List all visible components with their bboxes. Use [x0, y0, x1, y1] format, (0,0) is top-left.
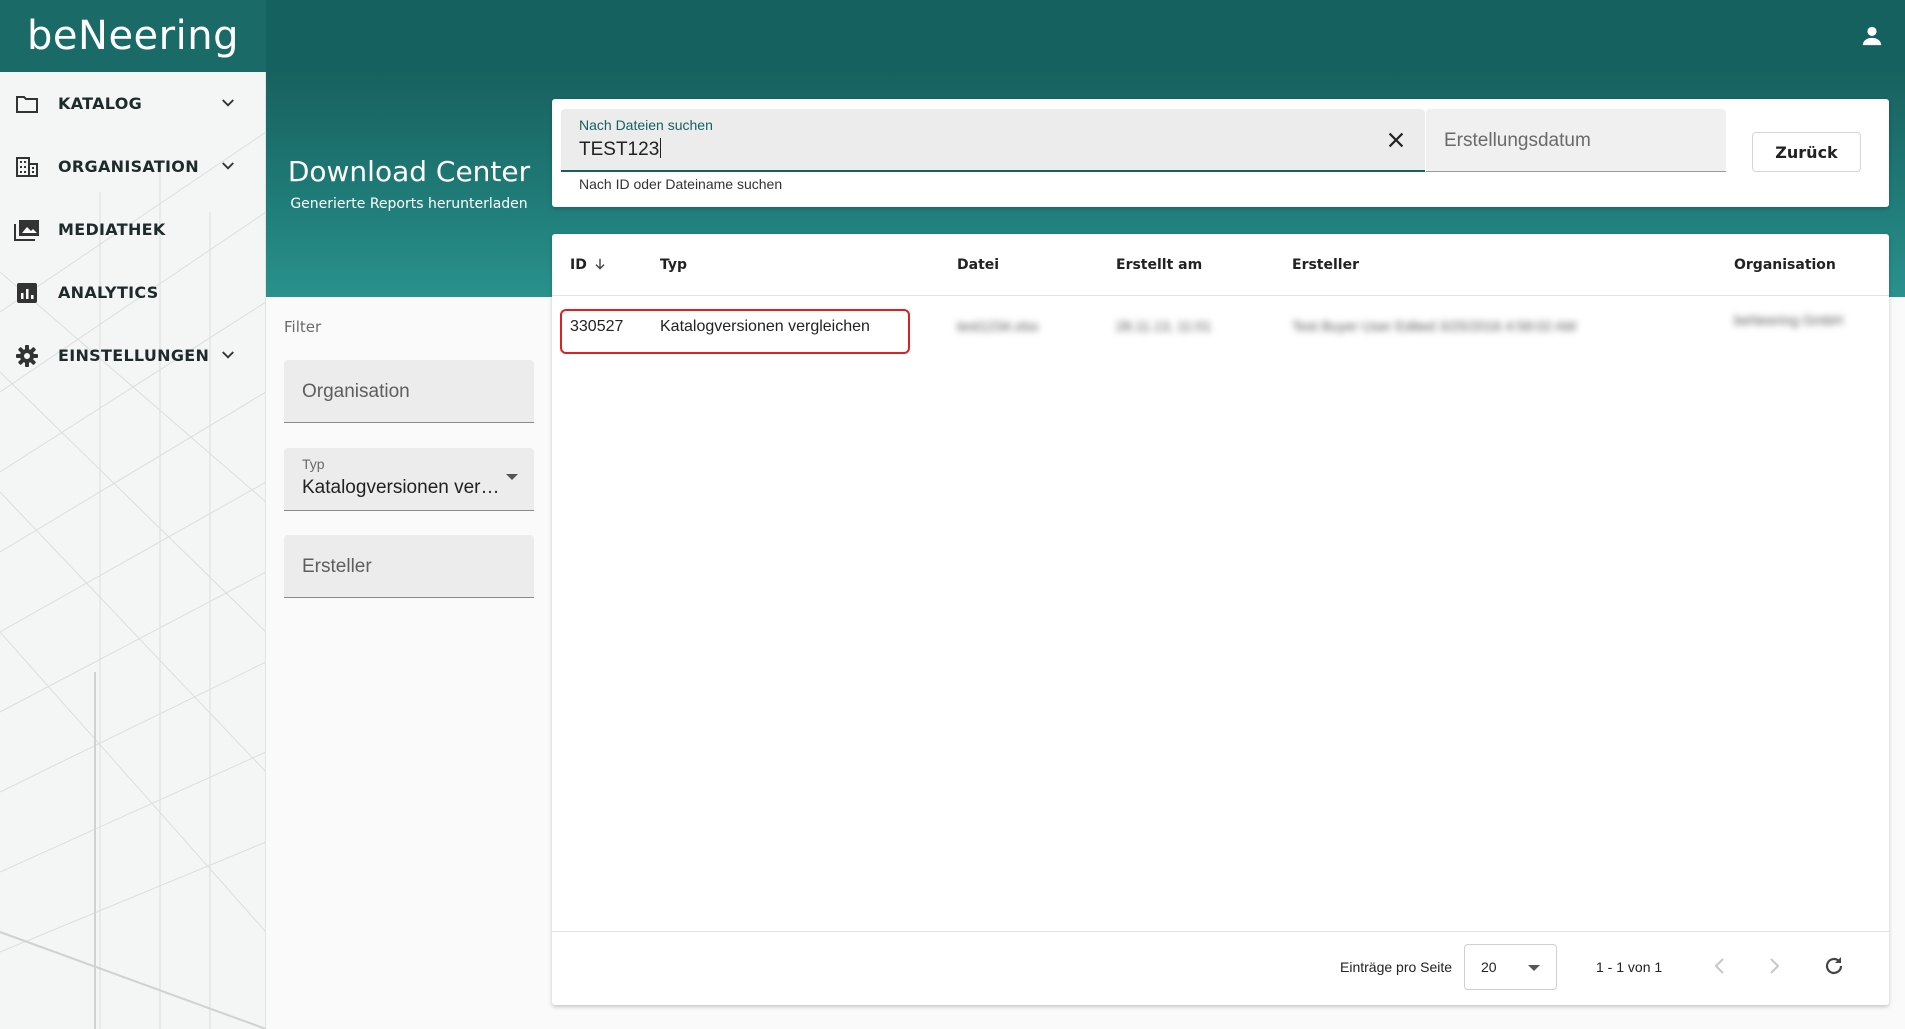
type-filter-label: Typ [302, 456, 325, 472]
creation-date-input[interactable]: Erstellungsdatum [1426, 109, 1726, 172]
top-app-bar: beNeering [0, 0, 1905, 72]
column-header-ersteller[interactable]: Ersteller [1292, 257, 1359, 273]
table-header: ID Typ Datei Erstellt am Ersteller Organ… [552, 234, 1889, 296]
media-library-icon [14, 217, 40, 243]
creator-filter-placeholder: Ersteller [302, 556, 372, 577]
logo-area[interactable]: beNeering [0, 0, 266, 72]
arrow-down-icon [595, 258, 605, 270]
per-page-value: 20 [1481, 959, 1497, 975]
dropdown-arrow-icon [1528, 965, 1540, 971]
search-input[interactable]: Nach Dateien suchen TEST123 [561, 109, 1425, 172]
chevron-down-icon [222, 162, 234, 170]
search-input-value: TEST123 [579, 139, 660, 160]
organisation-filter[interactable]: Organisation [284, 360, 534, 423]
column-header-erstellt-am[interactable]: Erstellt am [1116, 257, 1202, 273]
row-organisation-redacted: beNeering GmbH [1734, 312, 1843, 328]
row-file-redacted[interactable]: test1234.xlsx [957, 318, 1039, 334]
column-header-datei[interactable]: Datei [957, 257, 999, 273]
chevron-left-icon[interactable] [1708, 954, 1732, 978]
type-filter-value: Katalogversionen vergleichen [302, 477, 502, 498]
search-hint: Nach ID oder Dateiname suchen [579, 176, 783, 192]
chevron-right-icon[interactable] [1762, 954, 1786, 978]
dropdown-arrow-icon [506, 474, 518, 480]
chevron-down-icon [222, 99, 234, 107]
chevron-down-icon [222, 351, 234, 359]
row-created-redacted: 28.11.13, 11:01 [1116, 318, 1212, 334]
creator-filter[interactable]: Ersteller [284, 535, 534, 598]
app-logo: beNeering [27, 13, 239, 59]
reports-table-card: ID Typ Datei Erstellt am Ersteller Organ… [552, 234, 1889, 1005]
search-card: Nach Dateien suchen TEST123 Nach ID oder… [552, 99, 1889, 207]
folder-icon [14, 91, 40, 117]
column-header-typ[interactable]: Typ [660, 257, 687, 273]
column-header-label: ID [570, 257, 587, 273]
user-account-icon[interactable] [1861, 25, 1883, 47]
sidebar-item-katalog[interactable]: KATALOG [0, 72, 265, 135]
organisation-filter-placeholder: Organisation [302, 381, 410, 402]
sidebar-item-label: ANALYTICS [58, 283, 159, 302]
creation-date-placeholder: Erstellungsdatum [1444, 130, 1591, 151]
sidebar: KATALOG ORGANISATION MEDIATHEK ANALYTICS… [0, 72, 266, 1029]
pagination-range: 1 - 1 von 1 [1596, 959, 1663, 975]
sidebar-item-analytics[interactable]: ANALYTICS [0, 261, 265, 324]
sidebar-item-mediathek[interactable]: MEDIATHEK [0, 198, 265, 261]
page-subtitle: Generierte Reports herunterladen [290, 196, 528, 212]
filter-heading: Filter [284, 318, 322, 336]
sidebar-item-einstellungen[interactable]: EINSTELLUNGEN [0, 324, 265, 387]
type-filter-select[interactable]: Typ Katalogversionen vergleichen [284, 448, 534, 511]
row-creator-redacted: Test Buyer User Edited 3/25/2016 4:58:02… [1292, 318, 1577, 334]
sidebar-item-label: KATALOG [58, 94, 143, 113]
refresh-icon[interactable] [1822, 954, 1846, 978]
sidebar-item-label: MEDIATHEK [58, 220, 166, 239]
sidebar-item-label: ORGANISATION [58, 157, 199, 176]
sidebar-item-organisation[interactable]: ORGANISATION [0, 135, 265, 198]
analytics-icon [14, 280, 40, 306]
row-highlight-box [560, 309, 910, 354]
back-button[interactable]: Zurück [1752, 132, 1861, 172]
per-page-label: Einträge pro Seite [1340, 959, 1453, 975]
text-caret [660, 138, 662, 158]
gear-icon [14, 343, 40, 369]
table-pagination: Einträge pro Seite 20 1 - 1 von 1 [552, 931, 1889, 1005]
search-input-label: Nach Dateien suchen [579, 117, 713, 133]
sidebar-item-label: EINSTELLUNGEN [58, 346, 210, 365]
per-page-select[interactable]: 20 [1464, 944, 1557, 990]
column-header-id[interactable]: ID [570, 257, 607, 273]
column-header-organisation[interactable]: Organisation [1734, 257, 1836, 273]
close-icon[interactable] [1385, 129, 1407, 151]
building-icon [14, 154, 40, 180]
page-title: Download Center [287, 155, 531, 188]
